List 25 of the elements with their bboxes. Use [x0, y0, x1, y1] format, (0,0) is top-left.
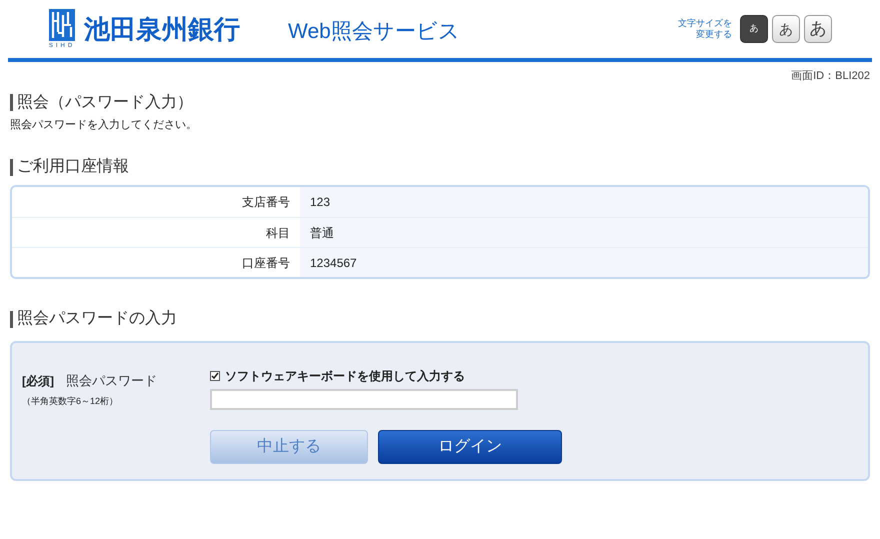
field-value: 普通: [300, 218, 868, 247]
section-heading: 照会パスワードの入力: [17, 308, 177, 329]
field-value: 123: [300, 187, 868, 217]
section-heading: ご利用口座情報: [17, 156, 129, 177]
screen-id: 画面ID：BLI202: [791, 69, 870, 84]
field-value: 1234567: [300, 248, 868, 277]
font-size-button[interactable]: あ: [772, 15, 800, 43]
bank-name: 池田泉州銀行: [84, 12, 240, 46]
font-size-button[interactable]: あ: [740, 15, 768, 43]
font-size-label: 文字サイズを変更する: [677, 18, 732, 40]
password-hint: （半角英数字6～12桁）: [22, 394, 120, 408]
font-size-button[interactable]: あ: [804, 15, 832, 43]
password-field[interactable]: [210, 389, 518, 410]
section-heading: 照会（パスワード入力）: [17, 92, 193, 112]
service-title: Web照会サービス: [288, 19, 460, 46]
required-tag: [必須]: [22, 372, 54, 390]
instruction-text: 照会パスワードを入力してください。: [10, 118, 198, 132]
checkbox[interactable]: [210, 371, 220, 381]
checkbox-label: ソフトウェアキーボードを使用して入力する: [225, 368, 465, 385]
bank-logo-icon: [49, 9, 75, 41]
login-button[interactable]: ログイン: [378, 430, 562, 464]
password-label: 照会パスワード: [66, 372, 157, 390]
field-label: 支店番号: [241, 194, 291, 211]
field-label: 口座番号: [241, 254, 291, 272]
field-label: 科目: [265, 224, 291, 242]
